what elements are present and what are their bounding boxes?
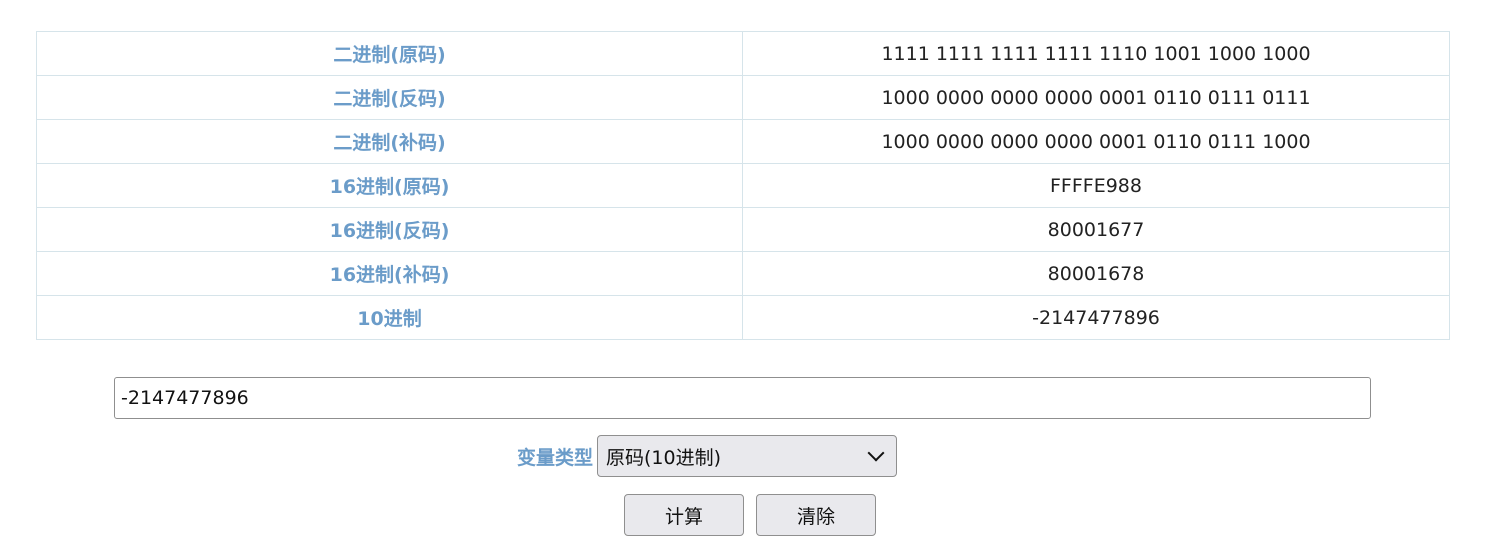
row-value: 80001678 xyxy=(742,251,1450,296)
table-row: 16进制(原码) FFFFE988 xyxy=(36,163,1450,208)
variable-type-row: 变量类型 原码(10进制) xyxy=(0,435,1500,477)
row-value: 1000 0000 0000 0000 0001 0110 0111 0111 xyxy=(742,75,1450,120)
table-row: 二进制(原码) 1111 1111 1111 1111 1110 1001 10… xyxy=(36,31,1450,76)
row-label: 二进制(反码) xyxy=(36,75,743,120)
number-input[interactable] xyxy=(114,377,1371,419)
calculate-button[interactable]: 计算 xyxy=(624,494,744,536)
variable-type-label: 变量类型 xyxy=(516,446,593,469)
row-label: 二进制(补码) xyxy=(36,119,743,164)
row-label: 10进制 xyxy=(36,295,743,340)
row-label: 16进制(补码) xyxy=(36,251,743,296)
table-row: 16进制(反码) 80001677 xyxy=(36,207,1450,252)
table-row: 16进制(补码) 80001678 xyxy=(36,251,1450,296)
table-row: 10进制 -2147477896 xyxy=(36,295,1450,340)
row-value: FFFFE988 xyxy=(742,163,1450,208)
row-value: 1111 1111 1111 1111 1110 1001 1000 1000 xyxy=(742,31,1450,76)
converter-page: 二进制(原码) 1111 1111 1111 1111 1110 1001 10… xyxy=(0,0,1500,547)
row-value: 1000 0000 0000 0000 0001 0110 0111 1000 xyxy=(742,119,1450,164)
variable-type-select[interactable]: 原码(10进制) xyxy=(597,435,897,477)
clear-button[interactable]: 清除 xyxy=(756,494,876,536)
chevron-down-icon xyxy=(867,444,885,462)
table-row: 二进制(补码) 1000 0000 0000 0000 0001 0110 01… xyxy=(36,119,1450,164)
row-value: 80001677 xyxy=(742,207,1450,252)
button-row: 计算 清除 xyxy=(0,494,1500,536)
row-label: 16进制(反码) xyxy=(36,207,743,252)
row-label: 16进制(原码) xyxy=(36,163,743,208)
result-table: 二进制(原码) 1111 1111 1111 1111 1110 1001 10… xyxy=(36,31,1450,340)
variable-type-selected: 原码(10进制) xyxy=(606,446,722,469)
row-value: -2147477896 xyxy=(742,295,1450,340)
table-row: 二进制(反码) 1000 0000 0000 0000 0001 0110 01… xyxy=(36,75,1450,120)
row-label: 二进制(原码) xyxy=(36,31,743,76)
